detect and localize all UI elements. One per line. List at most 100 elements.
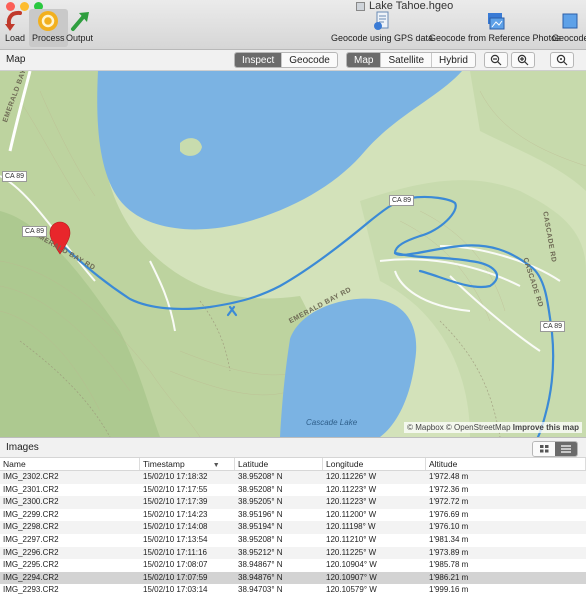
images-header: Images bbox=[0, 437, 586, 458]
cell-latitude: 38.95196° N bbox=[238, 509, 283, 519]
zoom-out-icon bbox=[490, 54, 502, 66]
process-button[interactable]: Process bbox=[29, 9, 68, 47]
table-row[interactable]: IMG_2301.CR2 15/02/10 17:17:55 38.95208° N… bbox=[0, 484, 586, 497]
cell-name: IMG_2294.CR2 bbox=[3, 572, 59, 582]
cell-longitude: 120.10907° W bbox=[326, 572, 377, 582]
highway-shield: CA 89 bbox=[22, 226, 48, 237]
cell-longitude: 120.11200° W bbox=[326, 509, 377, 519]
cell-longitude: 120.11198° W bbox=[326, 522, 376, 532]
window-toolbar: Lake Tahoe.hgeo Load Process Output Geoc… bbox=[0, 0, 586, 50]
table-row[interactable]: IMG_2299.CR2 15/02/10 17:14:23 38.95196° N… bbox=[0, 509, 586, 522]
cell-altitude: 1'972.72 m bbox=[429, 497, 469, 507]
cell-timestamp: 15/02/10 17:03:14 bbox=[143, 585, 208, 595]
table-row[interactable]: IMG_2300.CR2 15/02/10 17:17:39 38.95205° N… bbox=[0, 496, 586, 509]
map-section-title: Map bbox=[6, 54, 26, 65]
cell-altitude: 1'985.78 m bbox=[429, 560, 469, 570]
zoom-in-icon bbox=[517, 54, 529, 66]
cell-latitude: 38.94867° N bbox=[238, 560, 283, 570]
cell-altitude: 1'981.34 m bbox=[429, 534, 469, 544]
map-header: Map Inspect Geocode Map Satellite Hybrid bbox=[0, 50, 586, 71]
cell-name: IMG_2293.CR2 bbox=[3, 585, 59, 595]
highway-shield: CA 89 bbox=[2, 171, 28, 182]
cell-timestamp: 15/02/10 17:17:55 bbox=[143, 484, 208, 494]
cell-latitude: 38.95194° N bbox=[238, 522, 283, 532]
gps-document-icon bbox=[370, 9, 394, 33]
table-row[interactable]: IMG_2295.CR2 15/02/10 17:08:07 38.94867° N… bbox=[0, 559, 586, 572]
improve-map-link[interactable]: Improve this map bbox=[513, 423, 579, 432]
cell-name: IMG_2302.CR2 bbox=[3, 472, 59, 481]
cell-name: IMG_2296.CR2 bbox=[3, 547, 59, 557]
column-header-timestamp[interactable]: Timestamp ▼ bbox=[140, 458, 235, 470]
cell-name: IMG_2300.CR2 bbox=[3, 497, 59, 507]
map-type-segmented-control: Map Satellite Hybrid bbox=[346, 52, 476, 68]
table-row[interactable]: IMG_2297.CR2 15/02/10 17:13:54 38.95208° N… bbox=[0, 534, 586, 547]
cell-latitude: 38.95212° N bbox=[238, 547, 283, 557]
column-header-longitude[interactable]: Longitude bbox=[323, 458, 426, 470]
table-row[interactable]: IMG_2296.CR2 15/02/10 17:11:16 38.95212° N… bbox=[0, 546, 586, 560]
list-view-icon bbox=[561, 445, 571, 453]
zoom-fit-button[interactable] bbox=[550, 52, 574, 68]
cell-latitude: 38.95205° N bbox=[238, 497, 283, 507]
table-row[interactable]: IMG_2294.CR2 15/02/10 17:07:59 38.94876° N… bbox=[0, 571, 586, 585]
cell-timestamp: 15/02/10 17:07:59 bbox=[143, 572, 208, 582]
output-arrow-icon bbox=[68, 9, 92, 33]
column-header-latitude[interactable]: Latitude bbox=[235, 458, 323, 470]
cell-altitude: 1'972.48 m bbox=[429, 472, 469, 481]
images-table: Name Timestamp ▼ Latitude Longitude Altit… bbox=[0, 458, 586, 600]
view-toggle bbox=[532, 441, 578, 457]
column-header-name[interactable]: Name bbox=[0, 458, 140, 470]
cell-name: IMG_2299.CR2 bbox=[3, 509, 59, 519]
cell-name: IMG_2295.CR2 bbox=[3, 560, 59, 570]
grid-view-button[interactable] bbox=[533, 442, 555, 456]
highway-shield: CA 89 bbox=[540, 321, 566, 332]
process-gear-icon bbox=[36, 9, 60, 33]
cell-altitude: 1'986.21 m bbox=[429, 572, 469, 582]
reference-photos-icon bbox=[483, 9, 507, 33]
load-button[interactable]: Load bbox=[3, 9, 27, 43]
cell-altitude: 1'973.89 m bbox=[429, 547, 469, 557]
cell-timestamp: 15/02/10 17:08:07 bbox=[143, 560, 208, 570]
cell-latitude: 38.94703° N bbox=[238, 585, 283, 595]
cell-latitude: 38.95208° N bbox=[238, 472, 283, 481]
cell-altitude: 1'972.36 m bbox=[429, 484, 469, 494]
zoom-out-button[interactable] bbox=[484, 52, 508, 68]
tab-map[interactable]: Map bbox=[347, 53, 382, 67]
map-canvas bbox=[0, 71, 586, 437]
list-view-button[interactable] bbox=[555, 442, 577, 456]
cell-longitude: 120.11210° W bbox=[326, 534, 377, 544]
cell-timestamp: 15/02/10 17:17:39 bbox=[143, 497, 208, 507]
column-header-altitude[interactable]: Altitude bbox=[426, 458, 586, 470]
tab-satellite[interactable]: Satellite bbox=[381, 53, 433, 67]
cell-latitude: 38.95208° N bbox=[238, 484, 283, 494]
cell-longitude: 120.10904° W bbox=[326, 560, 377, 570]
cell-longitude: 120.11223° W bbox=[326, 497, 377, 507]
table-row[interactable]: IMG_2293.CR2 15/02/10 17:03:14 38.94703° N… bbox=[0, 584, 586, 597]
zoom-in-button[interactable] bbox=[511, 52, 535, 68]
tab-inspect[interactable]: Inspect bbox=[235, 53, 283, 67]
lake-label-cascade: Cascade Lake bbox=[306, 418, 358, 427]
table-row[interactable]: IMG_2302.CR2 15/02/10 17:18:32 38.95208° N… bbox=[0, 471, 586, 484]
cell-altitude: 1'976.69 m bbox=[429, 509, 469, 519]
cell-longitude: 120.11226° W bbox=[326, 472, 377, 481]
cell-timestamp: 15/02/10 17:13:54 bbox=[143, 534, 208, 544]
cell-timestamp: 15/02/10 17:14:23 bbox=[143, 509, 208, 519]
cell-name: IMG_2297.CR2 bbox=[3, 534, 59, 544]
highway-shield: CA 89 bbox=[389, 195, 415, 206]
geocode-more-icon bbox=[558, 9, 582, 33]
zoom-fit-icon bbox=[556, 54, 568, 66]
cell-name: IMG_2301.CR2 bbox=[3, 484, 59, 494]
geocode-reference-button[interactable]: Geocode from Reference Photos bbox=[429, 9, 561, 43]
sort-descending-icon: ▼ bbox=[212, 462, 220, 469]
table-row[interactable]: IMG_2298.CR2 15/02/10 17:14:08 38.95194° N… bbox=[0, 521, 586, 534]
tab-geocode[interactable]: Geocode bbox=[282, 53, 337, 67]
cell-timestamp: 15/02/10 17:14:08 bbox=[143, 522, 208, 532]
geocode-gps-button[interactable]: Geocode using GPS data bbox=[331, 9, 433, 43]
tab-hybrid[interactable]: Hybrid bbox=[432, 53, 475, 67]
cell-timestamp: 15/02/10 17:18:32 bbox=[143, 472, 208, 481]
cell-latitude: 38.94876° N bbox=[238, 572, 283, 582]
output-button[interactable]: Output bbox=[66, 9, 93, 43]
geocode-more-button[interactable]: Geocode bbox=[552, 9, 586, 43]
map-view[interactable]: EMERALD BAY RD EMERALD BAY RD EMERALD BA… bbox=[0, 71, 586, 437]
cell-longitude: 120.11223° W bbox=[326, 484, 377, 494]
grid-view-icon bbox=[539, 445, 548, 453]
